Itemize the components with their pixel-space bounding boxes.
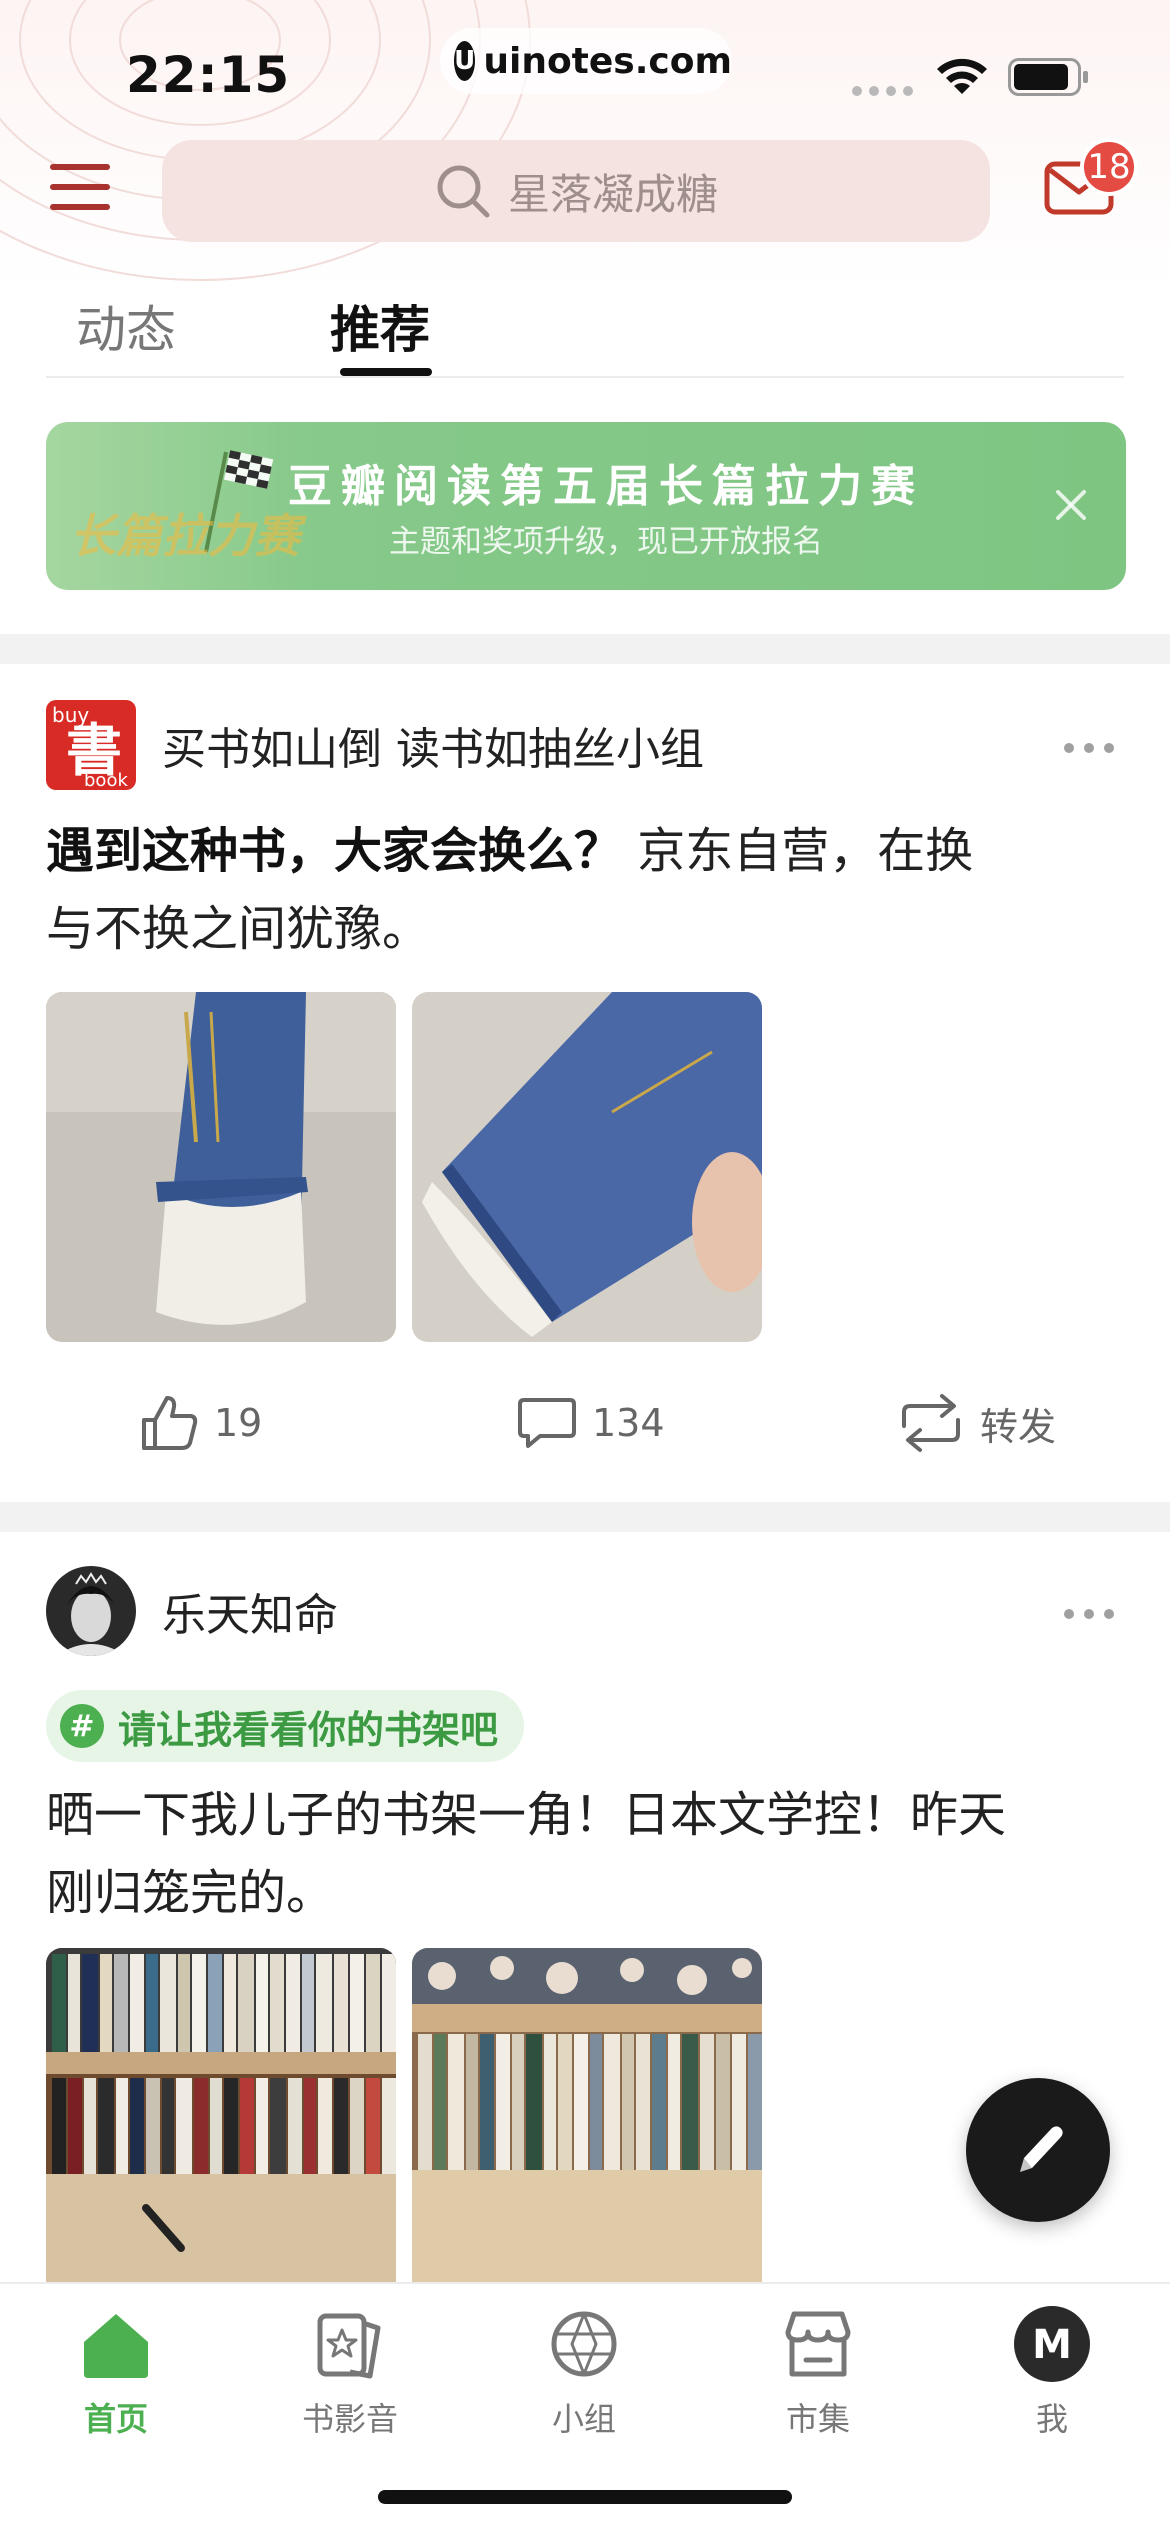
topic-tag[interactable]: # 请让我看看你的书架吧 — [46, 1690, 525, 1762]
notification-badge: 18 — [1080, 138, 1138, 196]
nav-groups-label: 小组 — [551, 2400, 616, 2438]
hashtag-icon: # — [60, 1704, 104, 1748]
more-options-icon[interactable] — [1064, 1604, 1114, 1624]
group-name[interactable]: 买书如山倒 读书如抽丝小组 — [162, 713, 704, 777]
banner-title: 豆瓣阅读第五届长篇拉力赛 — [288, 461, 924, 512]
nav-market-label: 市集 — [785, 2400, 850, 2438]
avatar-text-bottom: book — [84, 770, 128, 790]
post-image[interactable] — [412, 992, 762, 1342]
group-icon — [551, 2311, 617, 2377]
post-image[interactable] — [46, 992, 396, 1342]
topic-label: 请让我看看你的书架吧 — [118, 1707, 499, 1752]
home-icon — [84, 2314, 148, 2378]
post-content[interactable]: 晒一下我儿子的书架一角！日本文学控！昨天 刚归笼完的。 — [46, 1776, 1126, 1932]
nav-groups[interactable]: 小组 — [484, 2304, 684, 2440]
more-options-icon[interactable] — [1064, 738, 1114, 758]
status-bar: 22:15 U uinotes.com — [0, 0, 1170, 140]
post-content[interactable]: 遇到这种书，大家会换么？ 京东自营，在换 与不换之间犹豫。 — [46, 812, 1126, 968]
post-actions: 19 134 转发 — [0, 1384, 1170, 1464]
nav-profile-label: 我 — [1035, 2400, 1068, 2438]
share-button[interactable]: 转发 — [896, 1392, 1056, 1454]
like-count: 19 — [214, 1401, 263, 1445]
url-text: uinotes.com — [483, 40, 732, 82]
nav-media-label: 书影音 — [301, 2400, 398, 2438]
signal-icon — [852, 86, 913, 96]
promo-banner[interactable]: 长篇拉力赛 豆瓣阅读第五届长篇拉力赛 主题和奖项升级，现已开放报名 — [46, 422, 1126, 590]
banner-subtitle: 主题和奖项升级，现已开放报名 — [389, 524, 823, 560]
post-header[interactable]: buy 書 book 买书如山倒 读书如抽丝小组 — [46, 700, 704, 790]
post-body-continued: 与不换之间犹豫。 — [46, 901, 431, 957]
home-indicator[interactable] — [378, 2490, 792, 2504]
site-logo-icon: U — [454, 41, 476, 81]
url-pill[interactable]: U uinotes.com — [440, 28, 732, 94]
post-body: 晒一下我儿子的书架一角！日本文学控！昨天 — [46, 1787, 1007, 1843]
avatar[interactable]: buy 書 book — [46, 700, 136, 790]
close-icon[interactable] — [1046, 480, 1096, 530]
section-divider — [0, 634, 1170, 664]
share-label: 转发 — [980, 1404, 1057, 1449]
post-header[interactable]: 乐天知命 — [46, 1566, 338, 1656]
section-divider — [0, 1502, 1170, 1532]
post-title: 遇到这种书，大家会换么？ — [46, 823, 623, 879]
market-icon — [785, 2311, 851, 2377]
feed-tabs: 动态 推荐 — [46, 270, 1124, 378]
search-placeholder: 星落凝成糖 — [507, 169, 718, 219]
repost-icon — [902, 1394, 960, 1452]
profile-avatar-text: M — [1032, 2322, 1072, 2368]
nav-home-label: 首页 — [83, 2400, 148, 2438]
search-input[interactable]: 星落凝成糖 — [162, 140, 990, 242]
comment-button[interactable]: 134 — [516, 1392, 665, 1454]
nav-home[interactable]: 首页 — [16, 2304, 216, 2440]
thumbs-up-icon — [142, 1396, 198, 1450]
avatar[interactable] — [46, 1566, 136, 1656]
search-icon — [437, 165, 490, 218]
author-name[interactable]: 乐天知命 — [162, 1579, 338, 1643]
post-body-continued: 刚归笼完的。 — [46, 1865, 335, 1921]
post-image[interactable] — [46, 1948, 396, 2282]
comment-icon — [518, 1398, 576, 1448]
like-button[interactable]: 19 — [138, 1392, 262, 1454]
menu-icon — [50, 164, 110, 170]
media-icon — [317, 2313, 381, 2379]
battery-icon — [1008, 58, 1088, 96]
nav-profile[interactable]: M 我 — [952, 2304, 1152, 2440]
nav-media[interactable]: 书影音 — [250, 2304, 450, 2440]
active-tab-indicator — [340, 368, 432, 376]
wifi-icon — [937, 58, 987, 94]
tab-following[interactable]: 动态 — [76, 290, 176, 362]
nav-market[interactable]: 市集 — [718, 2304, 918, 2440]
menu-button[interactable] — [50, 164, 110, 214]
post-image[interactable] — [412, 1948, 762, 2282]
profile-icon: M — [1014, 2306, 1090, 2382]
tab-recommended[interactable]: 推荐 — [330, 290, 430, 362]
pen-icon — [1020, 2126, 1063, 2172]
comment-count: 134 — [592, 1401, 665, 1445]
post-body: 京东自营，在换 — [622, 823, 974, 879]
status-time: 22:15 — [126, 46, 291, 104]
compose-button[interactable] — [966, 2078, 1110, 2222]
